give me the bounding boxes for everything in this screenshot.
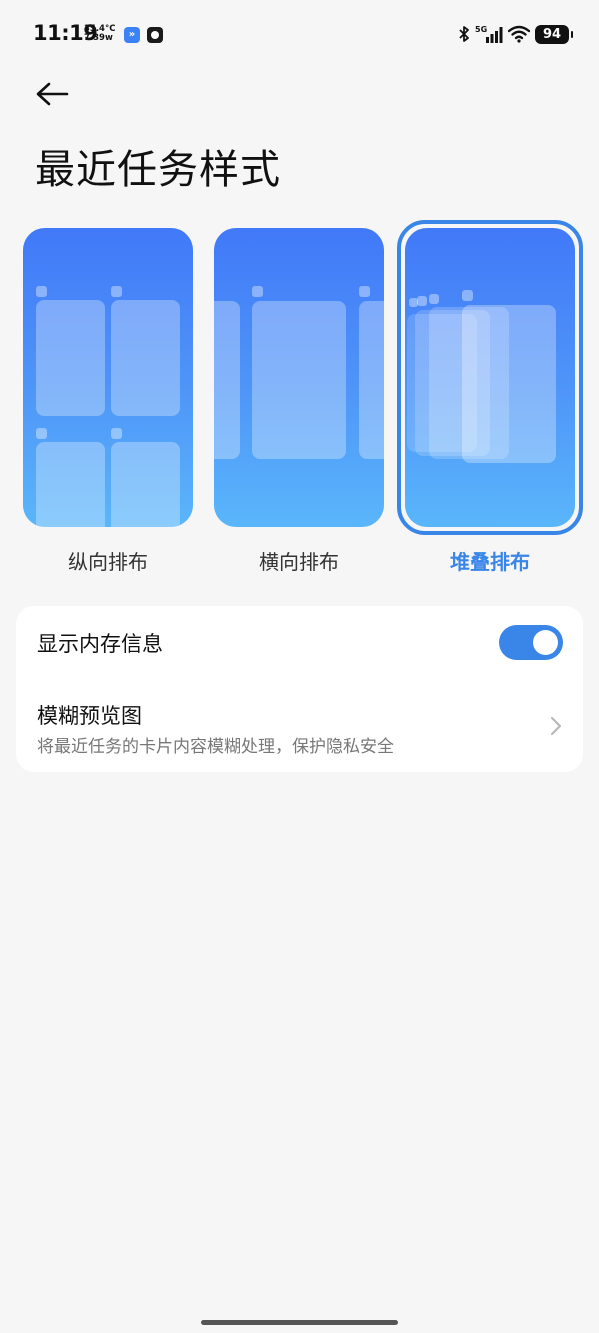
vertical-layout-preview — [23, 228, 193, 527]
preview-task-card — [36, 442, 105, 527]
status-icons: 5G 94 — [458, 24, 573, 44]
network-type-label: 5G — [475, 25, 487, 34]
toggle-knob — [533, 630, 558, 655]
preview-app-icon — [111, 428, 122, 439]
show-memory-row[interactable]: 显示内存信息 — [16, 606, 583, 678]
show-memory-toggle[interactable] — [499, 625, 563, 660]
preview-app-icon — [429, 294, 439, 304]
preview-app-icon — [36, 286, 47, 297]
blur-preview-row[interactable]: 模糊预览图 将最近任务的卡片内容模糊处理，保护隐私安全 — [16, 686, 583, 766]
show-memory-label: 显示内存信息 — [37, 632, 163, 656]
status-bar: 11:19 35.4°C 7.39w » 5G 94 — [0, 0, 599, 70]
preview-app-icon — [462, 290, 473, 301]
stacked-layout-preview — [405, 228, 575, 527]
style-option-label: 纵向排布 — [68, 550, 148, 574]
preview-task-card — [111, 442, 180, 527]
style-option-label: 堆叠排布 — [450, 550, 530, 574]
arrow-left-icon — [36, 82, 69, 106]
style-option-stacked[interactable]: 堆叠排布 — [405, 228, 575, 574]
notification-app-icon: » — [124, 27, 140, 43]
style-option-horizontal[interactable]: 横向排布 — [214, 228, 384, 574]
preview-app-icon — [111, 286, 122, 297]
notification-camera-icon — [147, 27, 163, 43]
preview-app-icon — [359, 286, 370, 297]
preview-task-card — [111, 300, 180, 416]
horizontal-layout-preview — [214, 228, 384, 527]
signal-icon: 5G — [475, 24, 503, 44]
preview-app-icon — [36, 428, 47, 439]
blur-preview-description: 将最近任务的卡片内容模糊处理，保护隐私安全 — [37, 737, 394, 757]
status-temp-power: 35.4°C 7.39w — [84, 25, 115, 43]
page-title: 最近任务样式 — [35, 147, 281, 193]
preview-task-card — [214, 301, 240, 459]
blur-preview-label: 模糊预览图 — [37, 704, 142, 728]
preview-task-card — [359, 301, 384, 459]
preview-task-card — [252, 301, 346, 459]
preview-task-card — [36, 300, 105, 416]
preview-task-card — [462, 305, 556, 463]
battery-icon: 94 — [535, 24, 573, 44]
settings-card: 显示内存信息 模糊预览图 将最近任务的卡片内容模糊处理，保护隐私安全 — [16, 606, 583, 772]
style-option-label: 横向排布 — [259, 550, 339, 574]
style-option-vertical[interactable]: 纵向排布 — [23, 228, 193, 574]
chevron-right-icon — [550, 716, 562, 736]
wifi-icon — [508, 25, 530, 43]
bluetooth-icon — [458, 25, 470, 43]
preview-app-icon — [417, 296, 427, 306]
preview-app-icon — [252, 286, 263, 297]
gesture-navigation-bar[interactable] — [201, 1320, 398, 1325]
status-power: 7.39w — [84, 33, 113, 43]
back-button[interactable] — [32, 74, 72, 114]
